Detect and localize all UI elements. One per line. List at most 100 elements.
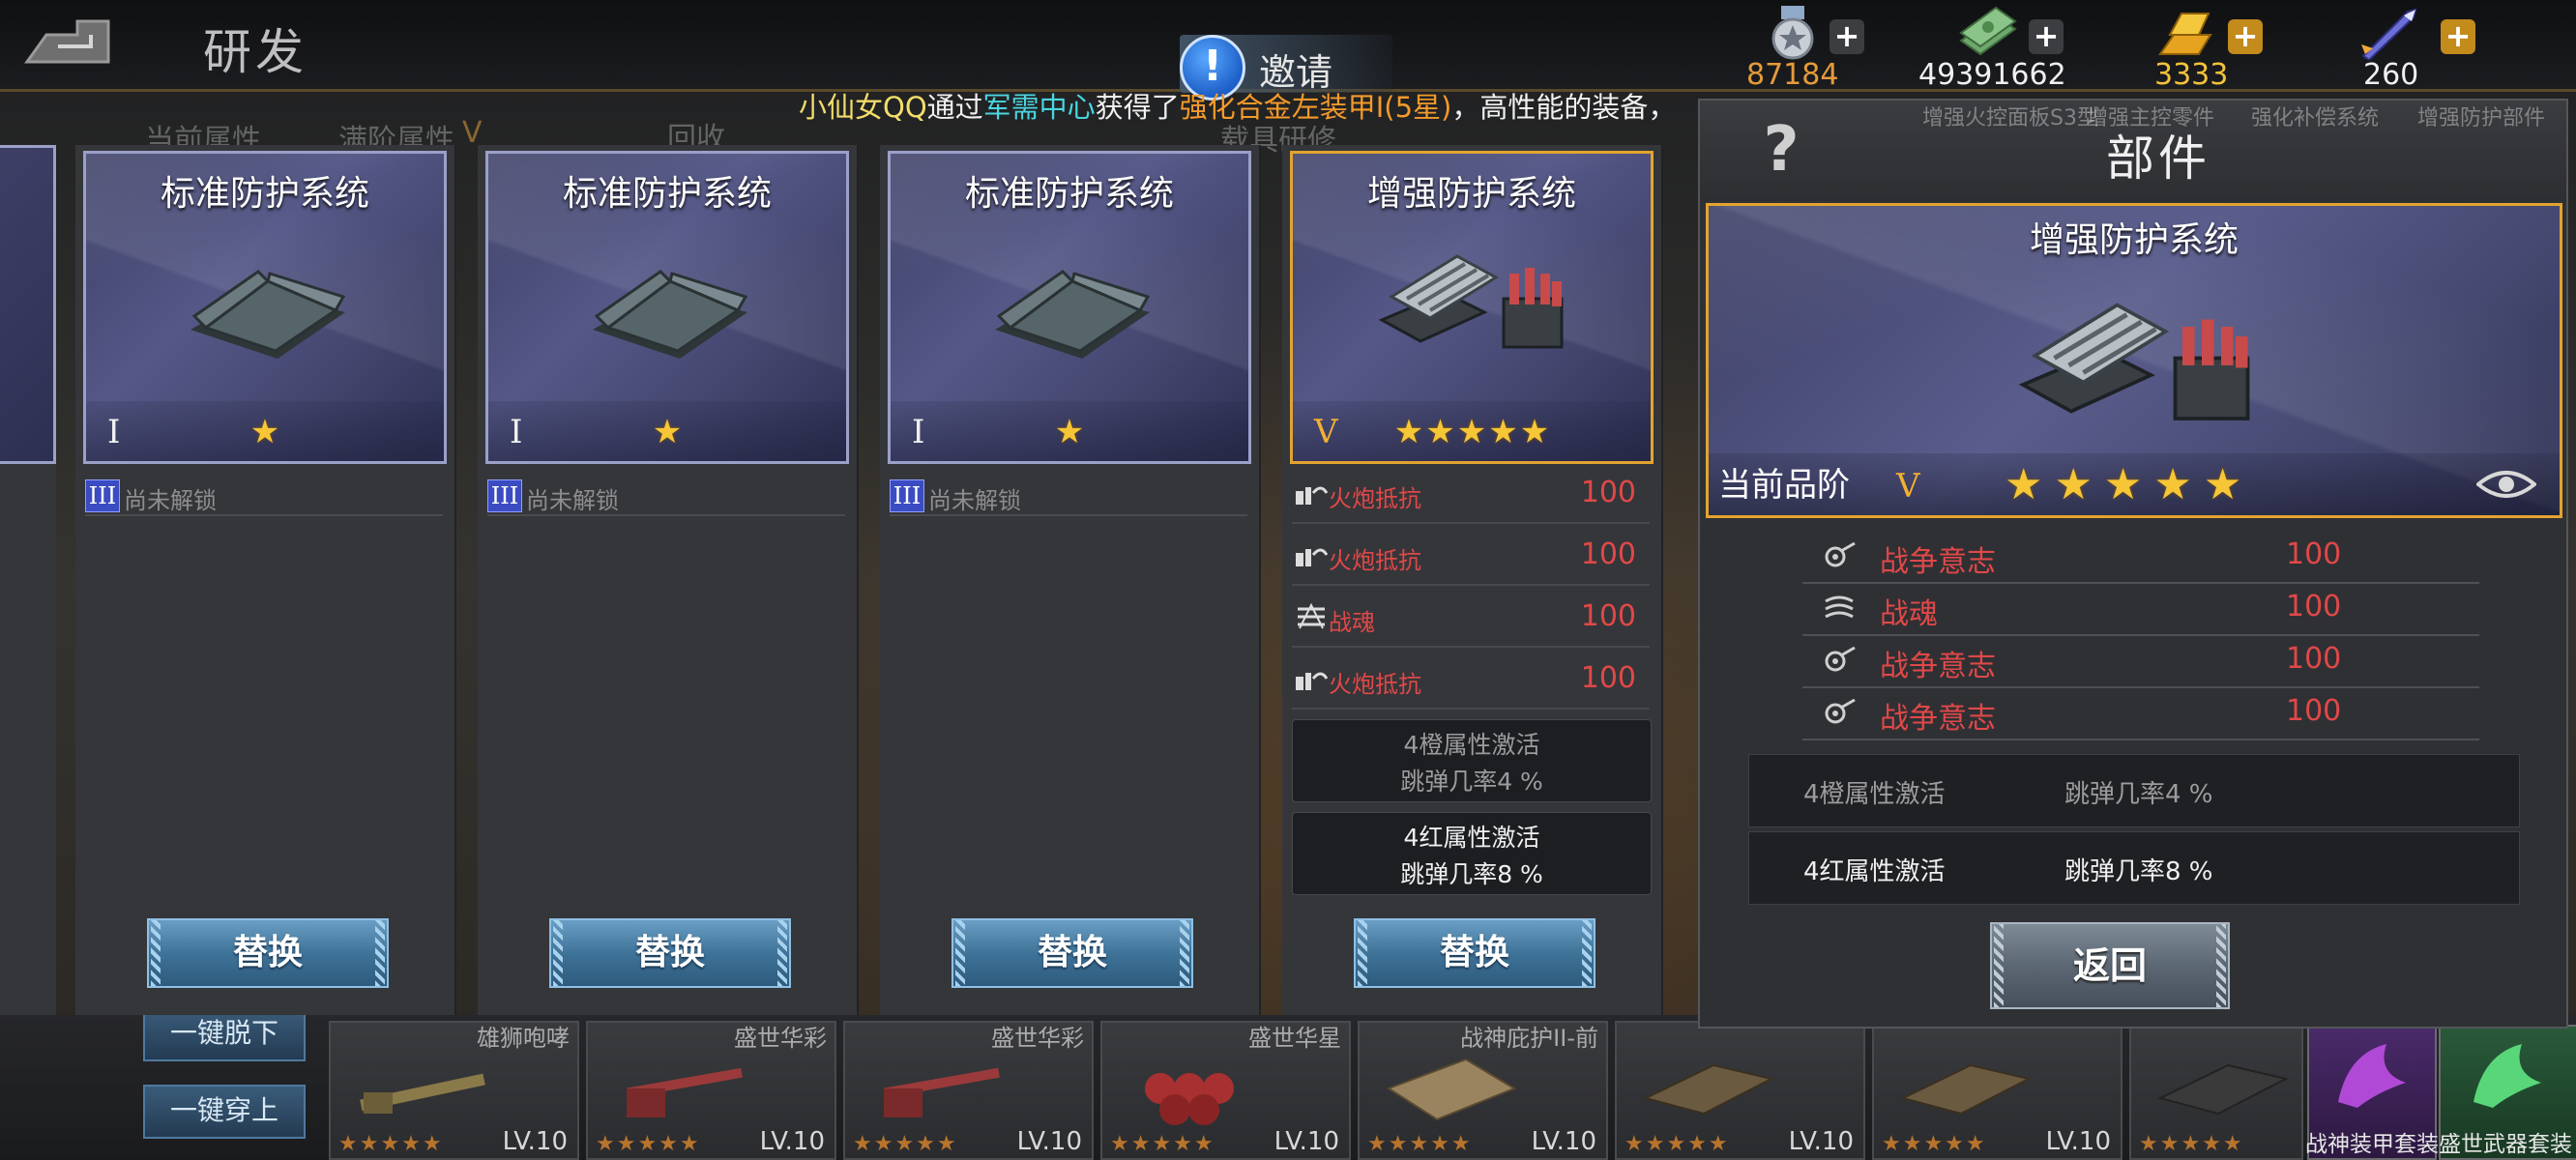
component-card-header[interactable]: 增强防护系统 V ★★★★★	[1290, 151, 1654, 464]
detail-stat-value: 100	[2286, 642, 2342, 676]
machine-gun-icon	[626, 1067, 743, 1117]
gold-add-button[interactable]: +	[2228, 19, 2263, 54]
broadcast-ticker: 小仙女QQ通过军需中心获得了强化合金左装甲I(5星)，高性能的装备，	[799, 85, 1676, 126]
weapon-suit-label: 盛世武器套装	[2439, 1132, 2572, 1157]
medal-count: 87184	[1746, 58, 1839, 92]
component-card: 标准防护系统 I ★ III 尚未解锁 替换	[75, 145, 456, 1015]
help-button[interactable]: ?	[1733, 106, 1830, 193]
war-soul-icon	[1825, 595, 1854, 619]
back-arrow-icon[interactable]	[19, 14, 116, 70]
component-card-header[interactable]: 标准防护系统 I ★	[485, 151, 849, 464]
detail-stat-row: 战争意志 100	[1802, 530, 2479, 584]
tier-badge: III	[487, 479, 522, 512]
stat-value: 100	[1580, 476, 1636, 509]
armor-suit-button[interactable]: 战神装甲套装	[2305, 1025, 2439, 1160]
equip-slot[interactable]: 盛世华星 ★★★★★ LV.10	[1100, 1021, 1351, 1160]
star-icon: ★	[2103, 460, 2143, 509]
armor-book-icon	[593, 270, 748, 359]
war-soul-icon	[1298, 603, 1325, 629]
equip-slot[interactable]: 雄狮咆哮 ★★★★★ LV.10	[329, 1021, 579, 1160]
slot-stars: ★★★★★	[1625, 1132, 1730, 1156]
slot-stars: ★★★★★	[338, 1132, 444, 1156]
replace-button[interactable]: 替换	[1354, 918, 1595, 988]
stat-value: 100	[1580, 661, 1636, 695]
star-rating: ★	[488, 413, 846, 451]
slot-level: LV.10	[759, 1127, 825, 1156]
stat-name: 火炮抵抗	[1329, 485, 1421, 512]
equip-slot[interactable]: ★★★★★ LV.10	[1615, 1021, 1865, 1160]
currency-medal: + 87184	[1746, 6, 1872, 92]
component-card: 标准防护系统 I ★ III 尚未解锁 替换	[478, 145, 859, 1015]
detail-set-attr-name: 4橙属性激活	[1803, 780, 1946, 809]
medal-add-button[interactable]: +	[1830, 19, 1864, 54]
star-icon: ★	[1425, 413, 1455, 451]
detail-stat-value: 100	[2286, 537, 2342, 571]
weapon-suit-button[interactable]: 盛世武器套装	[2439, 1025, 2576, 1160]
stat-name: 火炮抵抗	[1329, 547, 1421, 574]
detail-set-attr-name: 4红属性激活	[1803, 857, 1946, 886]
cannon-resist-icon	[1296, 486, 1329, 505]
equip-all-button[interactable]: 一键穿上	[143, 1085, 306, 1139]
slot-stars: ★★★★★	[1882, 1132, 1987, 1156]
star-icon: ★	[1488, 413, 1518, 451]
eye-icon[interactable]	[2476, 467, 2536, 502]
stat-name: 战魂	[1329, 609, 1375, 636]
equip-slot[interactable]: ★★★★★ LV.10	[1872, 1021, 2122, 1160]
locked-slot-row: III 尚未解锁	[890, 476, 1247, 516]
slot-level: LV.10	[1531, 1127, 1596, 1156]
tread-plate-icon	[1643, 1063, 1774, 1116]
locked-text: 尚未解锁	[526, 487, 619, 514]
cannon-resist-icon	[1296, 548, 1329, 566]
slot-level: LV.10	[1273, 1127, 1339, 1156]
stat-row: 战魂 100	[1292, 590, 1650, 648]
cannon-barrel-icon	[360, 1073, 485, 1114]
component-card-header[interactable]: 标准防护系统 I ★	[83, 151, 447, 464]
slot-tank-name: 盛世华彩	[734, 1025, 827, 1052]
unequip-all-button[interactable]: 一键脱下	[143, 1007, 306, 1061]
slot-stars: ★★★★★	[596, 1132, 701, 1156]
replace-button[interactable]: 替换	[951, 918, 1193, 988]
armor-plate-icon	[1386, 1058, 1517, 1121]
locked-text: 尚未解锁	[928, 487, 1021, 514]
winged-weapon-icon	[2474, 1044, 2541, 1108]
cash-count: 49391662	[1918, 58, 2066, 92]
replace-button[interactable]: 替换	[549, 918, 791, 988]
detail-item-card: 增强防护系统 当前品阶 V ★ ★ ★ ★ ★	[1706, 203, 2562, 518]
stat-row: 火炮抵抗 100	[1292, 466, 1650, 524]
slot-level: LV.10	[2045, 1127, 2111, 1156]
bg-tab: 增强防护部件	[2417, 106, 2546, 130]
rocket-add-button[interactable]: +	[2441, 19, 2475, 54]
slot-tank-name: 雄狮咆哮	[477, 1025, 570, 1052]
detail-stat-value: 100	[2286, 694, 2342, 728]
cash-add-button[interactable]: +	[2029, 19, 2064, 54]
component-name: 增强防护系统	[1366, 174, 1576, 214]
component-name: 标准防护系统	[562, 174, 772, 214]
armor-book-icon	[190, 270, 346, 359]
replace-button[interactable]: 替换	[147, 918, 389, 988]
component-detail-panel: 增强火控面板S3型 增强主控零件 强化补偿系统 增强防护部件 ? 部件 增强防护…	[1698, 99, 2568, 1029]
tier-badge: III	[85, 479, 120, 512]
stat-value: 100	[1580, 599, 1636, 633]
equip-slot[interactable]: 盛世华彩 ★★★★★ LV.10	[843, 1021, 1094, 1160]
detail-set-attr: 4红属性激活 跳弹几率8 %	[1748, 831, 2520, 905]
star-icon: ★	[2153, 460, 2192, 509]
equip-slot[interactable]: 盛世华彩 ★★★★★ LV.10	[586, 1021, 836, 1160]
component-name: 标准防护系统	[964, 174, 1174, 214]
tier-badge: III	[890, 479, 924, 512]
detail-stat-row: 战争意志 100	[1802, 634, 2479, 688]
panel-title: 部件	[2106, 130, 2210, 187]
armor-suit-label: 战神装甲套装	[2305, 1132, 2439, 1157]
ticker-source: 军需中心	[982, 91, 1096, 124]
grade-tier: V	[1896, 467, 1920, 506]
set-attr-value: 跳弹几率8 %	[1400, 860, 1543, 888]
detail-stat-name: 战魂	[1880, 597, 1938, 631]
armor-module-icon	[2018, 303, 2250, 420]
ticker-got: 获得了	[1095, 91, 1180, 124]
cash-stack-icon	[1959, 6, 2017, 56]
component-card-header[interactable]: 标准防护系统 I ★	[888, 151, 1251, 464]
ticker-player: 小仙女QQ	[799, 91, 927, 124]
equip-slot[interactable]: ★★★★★	[2129, 1021, 2303, 1160]
back-button[interactable]: 返回	[1990, 922, 2230, 1009]
star-icon: ★	[249, 413, 280, 451]
equip-slot[interactable]: 战神庇护II-前 ★★★★★ LV.10	[1358, 1021, 1608, 1160]
